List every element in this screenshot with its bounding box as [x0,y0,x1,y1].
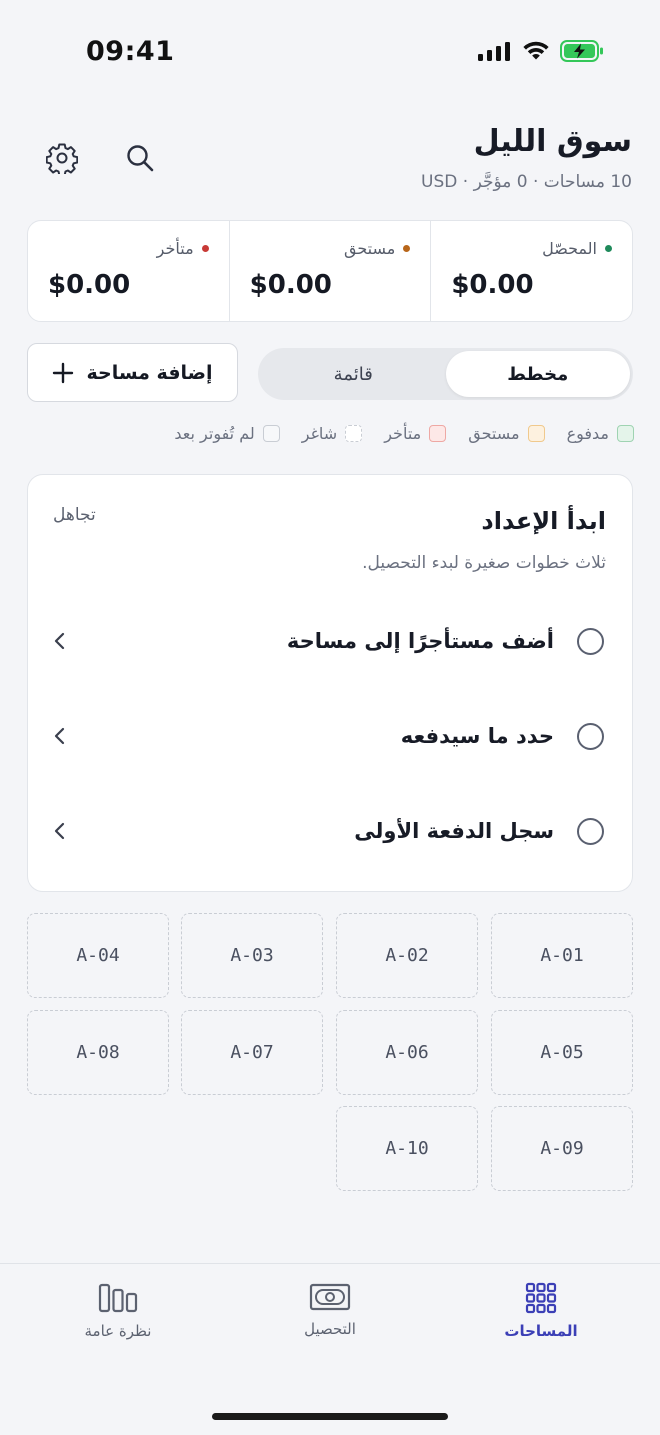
search-button[interactable] [118,136,162,180]
step-circle-icon [577,627,604,655]
status-time: 09:41 [86,36,175,67]
step-label: أضف مستأجرًا إلى مساحة [286,629,554,653]
toggle-map[interactable]: مخطط [445,351,630,397]
legend-label: متأخر [384,424,422,443]
legend-label: شاغر [301,424,338,443]
tab-overview[interactable]: نظرة عامة [48,1282,188,1340]
legend-swatch [527,425,545,442]
toggle-list[interactable]: قائمة [261,351,446,397]
overdue-dot [201,245,209,252]
stall-tile[interactable]: A-06 [336,1010,478,1095]
stall-tile[interactable]: A-04 [27,913,169,998]
banknote-icon [309,1283,351,1311]
chevron-left-icon [50,821,70,841]
cellular-signal-icon [478,42,510,61]
legend-label: لم تُفوتر بعد [174,424,255,443]
page-title: سوق الليل [473,124,632,159]
stall-tile[interactable]: A-07 [181,1010,323,1095]
setup-card: ابدأ الإعداد تجاهل ثلاث خطوات صغيرة لبدء… [27,474,633,892]
summary-value: $0.00 [249,270,332,300]
gear-icon [46,143,78,174]
stall-tile[interactable]: A-09 [491,1106,633,1191]
tab-collections[interactable]: التحصيل [260,1282,400,1338]
plus-icon [53,362,74,383]
grid-icon [525,1282,557,1314]
legend-vacant: شاغر [301,424,363,443]
search-icon [127,145,154,172]
legend-overdue: متأخر [384,424,447,443]
wifi-icon [523,41,549,60]
summary-collected: المحصّل $0.00 [430,221,632,321]
view-toggle: مخطط قائمة [258,348,633,400]
page-subtitle: 10 مساحات · 0 مؤجَّر · USD [421,172,632,192]
summary-label: متأخر [156,239,194,258]
legend-due: مستحق [468,424,545,443]
step-label: حدد ما سيدفعه [400,724,554,748]
summary-label: المحصّل [542,239,597,258]
dismiss-button[interactable]: تجاهل [53,505,96,525]
summary-card: المحصّل $0.00 مستحق $0.00 متأخر $0.00 [27,220,633,322]
stall-tile[interactable]: A-03 [181,913,323,998]
stall-tile[interactable]: A-05 [491,1010,633,1095]
legend-swatch [429,425,447,442]
stall-tile[interactable]: A-02 [336,913,478,998]
summary-value: $0.00 [47,270,131,300]
summary-label: مستحق [343,239,396,258]
stall-tile[interactable]: A-08 [27,1010,169,1095]
setup-step-set-amount[interactable]: حدد ما سيدفعه [28,706,632,766]
setup-step-add-tenant[interactable]: أضف مستأجرًا إلى مساحة [28,611,632,671]
settings-button[interactable] [40,136,84,180]
tab-bar: المساحات التحصيل نظرة عامة [0,1263,660,1435]
legend-swatch [345,425,363,442]
status-icons [478,40,604,62]
tab-label: نظرة عامة [84,1322,152,1340]
step-circle-icon [577,722,604,750]
tab-label: التحصيل [304,1320,356,1338]
step-label: سجل الدفعة الأولى [354,819,554,843]
legend-label: مدفوع [566,424,609,443]
home-indicator [212,1413,448,1420]
chevron-left-icon [50,726,70,746]
status-legend: مدفوع مستحق متأخر شاغر لم تُفوتر بعد [174,424,634,443]
legend-label: مستحق [468,424,520,443]
columns-icon [98,1283,138,1313]
chevron-left-icon [50,631,70,651]
step-circle-icon [577,817,604,845]
setup-description: ثلاث خطوات صغيرة لبدء التحصيل. [362,553,606,573]
add-stall-button[interactable]: إضافة مساحة [27,343,238,402]
legend-swatch [262,425,280,442]
legend-paid: مدفوع [567,424,634,443]
tab-stalls[interactable]: المساحات [471,1282,611,1340]
summary-value: $0.00 [451,270,534,300]
battery-charging-icon [560,40,603,62]
summary-due: مستحق $0.00 [228,221,431,321]
collected-dot [605,245,612,252]
setup-title: ابدأ الإعداد [481,507,606,535]
legend-swatch [617,425,634,442]
stall-tile[interactable]: A-10 [336,1106,478,1191]
tab-label: المساحات [504,1322,578,1340]
setup-step-record-payment[interactable]: سجل الدفعة الأولى [28,801,632,861]
stall-tile[interactable]: A-01 [491,913,633,998]
due-dot [403,245,411,252]
summary-overdue: متأخر $0.00 [28,221,229,321]
add-stall-label: إضافة مساحة [86,361,213,384]
legend-not-invoiced: لم تُفوتر بعد [174,424,280,443]
